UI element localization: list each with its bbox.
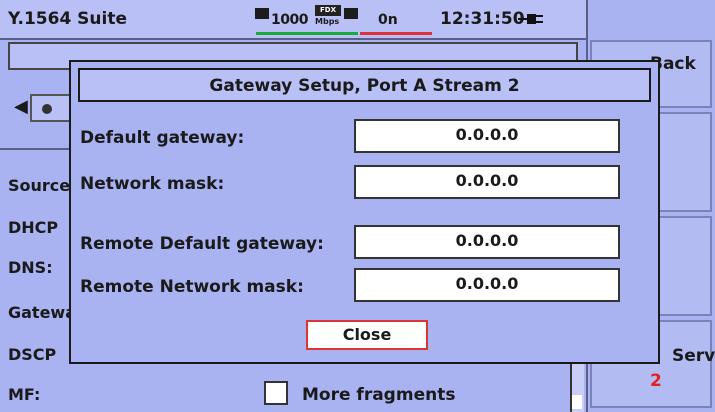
remote-default-gateway-field[interactable]: 0.0.0.0 — [354, 225, 620, 259]
dscp-label: DSCP — [8, 345, 57, 364]
remote-default-gateway-label: Remote Default gateway: — [80, 234, 324, 254]
default-gateway-label: Default gateway: — [80, 128, 245, 148]
duplex-badge: FDX — [315, 5, 341, 16]
clock: 12:31:50 — [440, 9, 525, 29]
link-status-bar-green — [256, 32, 358, 35]
power-plug-icon — [518, 14, 543, 24]
more-fragments-checkbox[interactable] — [264, 381, 288, 405]
mf-label: MF: — [8, 385, 41, 404]
link-status-bar-red — [360, 32, 432, 35]
scroll-down-arrow-icon[interactable] — [572, 395, 582, 409]
more-fragments-label: More fragments — [302, 385, 456, 405]
remote-network-mask-label: Remote Network mask: — [80, 277, 304, 297]
link-speed: 1000 — [271, 12, 308, 28]
tab-left-arrow-icon[interactable]: ◀ — [14, 96, 28, 117]
service-number: 2 — [650, 371, 662, 391]
dns-label: DNS: — [8, 258, 53, 277]
close-button[interactable]: Close — [306, 320, 428, 350]
ethernet-port-icon — [344, 8, 358, 19]
remote-network-mask-field[interactable]: 0.0.0.0 — [354, 268, 620, 302]
service-button-label: Service — [672, 346, 715, 366]
network-mask-field[interactable]: 0.0.0.0 — [354, 165, 620, 199]
source-label: Source — [8, 176, 71, 195]
ethernet-port-icon — [255, 8, 269, 19]
dialog-title: Gateway Setup, Port A Stream 2 — [209, 76, 520, 96]
tab-dot-icon — [42, 104, 52, 114]
tab-selector[interactable] — [30, 94, 74, 122]
status-count: 0n — [378, 12, 398, 28]
gateway-setup-dialog — [69, 60, 660, 364]
network-mask-label: Network mask: — [80, 174, 225, 194]
speed-unit: Mbps — [315, 17, 340, 26]
default-gateway-field[interactable]: 0.0.0.0 — [354, 119, 620, 153]
app-title: Y.1564 Suite — [8, 9, 128, 29]
dhcp-label: DHCP — [8, 218, 59, 237]
